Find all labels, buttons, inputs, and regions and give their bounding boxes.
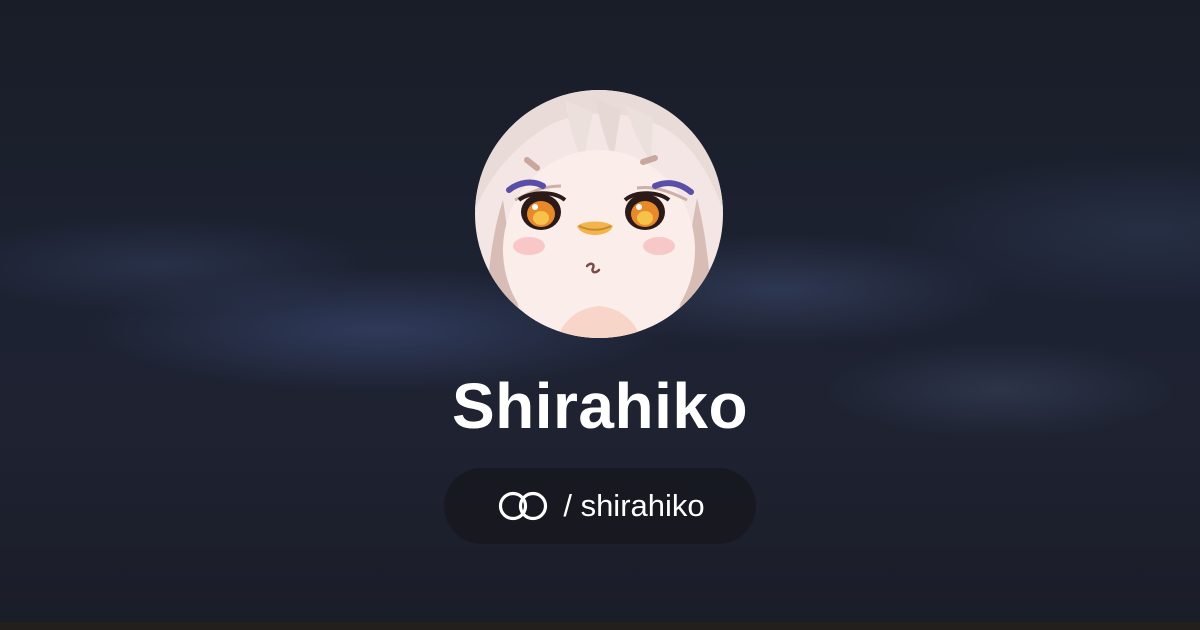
profile-handle: / shirahiko <box>563 488 705 523</box>
bottom-divider <box>0 622 1200 630</box>
linked-rings-icon <box>495 489 551 523</box>
profile-link-pill[interactable]: / shirahiko <box>444 468 756 544</box>
avatar <box>475 90 723 338</box>
avatar-illustration <box>475 90 723 338</box>
profile-name: Shirahiko <box>451 370 749 442</box>
share-card: Shirahiko / shirahiko <box>0 0 1200 630</box>
